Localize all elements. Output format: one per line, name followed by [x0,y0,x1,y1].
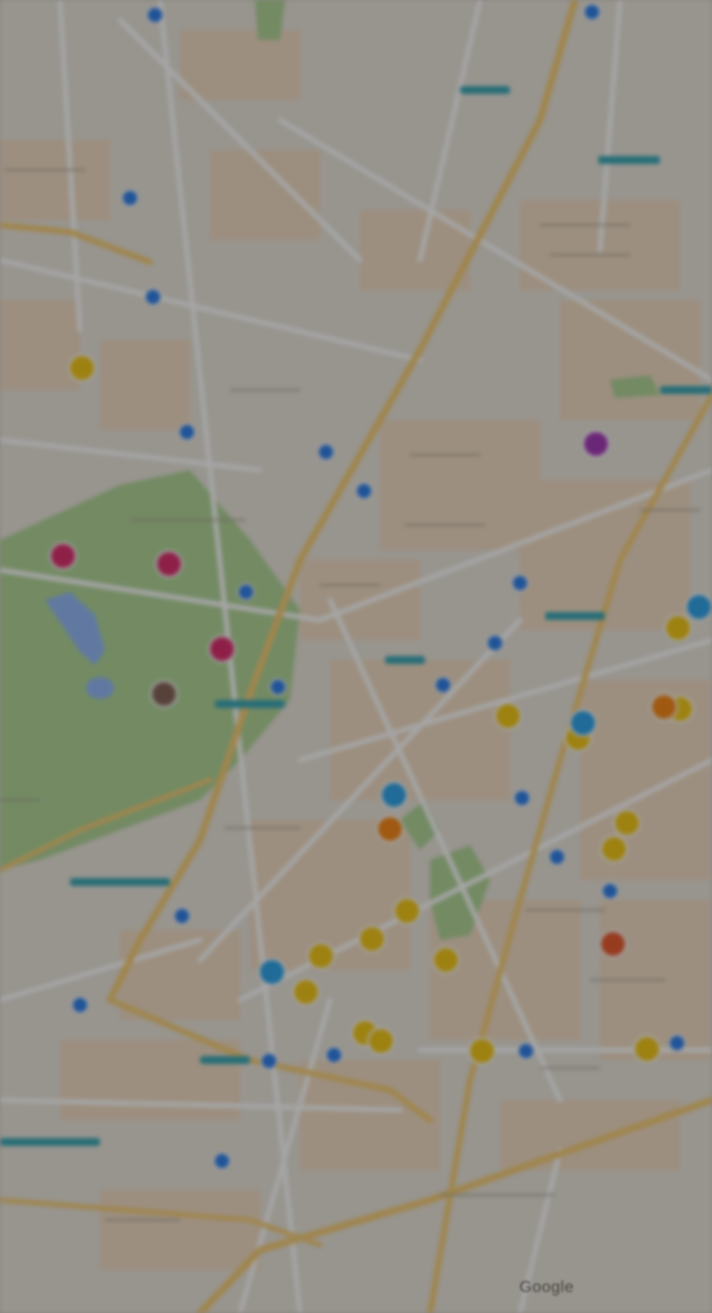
transit-stop-marker[interactable] [121,189,139,207]
transit-stop-marker[interactable] [548,848,566,866]
transit-stop-marker[interactable] [237,583,255,601]
place-marker[interactable] [599,930,627,958]
small-park-3 [255,0,285,40]
place-marker[interactable] [633,1035,661,1063]
transit-stop-marker[interactable] [486,634,504,652]
place-marker[interactable] [685,593,712,621]
place-marker[interactable] [613,809,641,837]
place-marker[interactable] [650,693,678,721]
transit-stop-marker[interactable] [601,882,619,900]
transit-stop-marker[interactable] [513,789,531,807]
place-marker[interactable] [569,709,597,737]
place-marker[interactable] [494,702,522,730]
transit-stop-marker[interactable] [517,1042,535,1060]
google-attribution: Google [519,1279,574,1296]
place-marker[interactable] [258,958,286,986]
place-marker[interactable] [358,925,386,953]
place-marker[interactable] [393,897,421,925]
transit-stop-marker[interactable] [434,676,452,694]
place-marker[interactable] [468,1037,496,1065]
transit-stop-marker[interactable] [173,907,191,925]
transit-stop-marker[interactable] [144,288,162,306]
pond [86,677,114,699]
transit-stop-marker[interactable] [583,3,601,21]
place-marker[interactable] [292,978,320,1006]
transit-stop-marker[interactable] [269,678,287,696]
place-marker[interactable] [376,815,404,843]
transit-stop-marker[interactable] [213,1152,231,1170]
place-marker[interactable] [664,614,692,642]
map-canvas[interactable] [0,0,712,1313]
place-marker[interactable] [380,781,408,809]
transit-stop-marker[interactable] [146,6,164,24]
place-marker[interactable] [582,430,610,458]
transit-stop-marker[interactable] [668,1034,686,1052]
transit-stop-marker[interactable] [325,1046,343,1064]
transit-stop-marker[interactable] [317,443,335,461]
place-marker[interactable] [367,1027,395,1055]
transit-stop-marker[interactable] [511,574,529,592]
place-marker[interactable] [68,354,96,382]
place-marker[interactable] [307,942,335,970]
map-view[interactable]: Google [0,0,712,1313]
place-marker[interactable] [600,835,628,863]
place-marker[interactable] [208,635,236,663]
transit-stop-marker[interactable] [355,482,373,500]
place-marker[interactable] [155,550,183,578]
place-marker[interactable] [49,542,77,570]
transit-stop-marker[interactable] [71,996,89,1014]
transit-stop-marker[interactable] [178,423,196,441]
transit-stop-marker[interactable] [260,1052,278,1070]
place-marker[interactable] [432,946,460,974]
place-marker[interactable] [150,680,178,708]
